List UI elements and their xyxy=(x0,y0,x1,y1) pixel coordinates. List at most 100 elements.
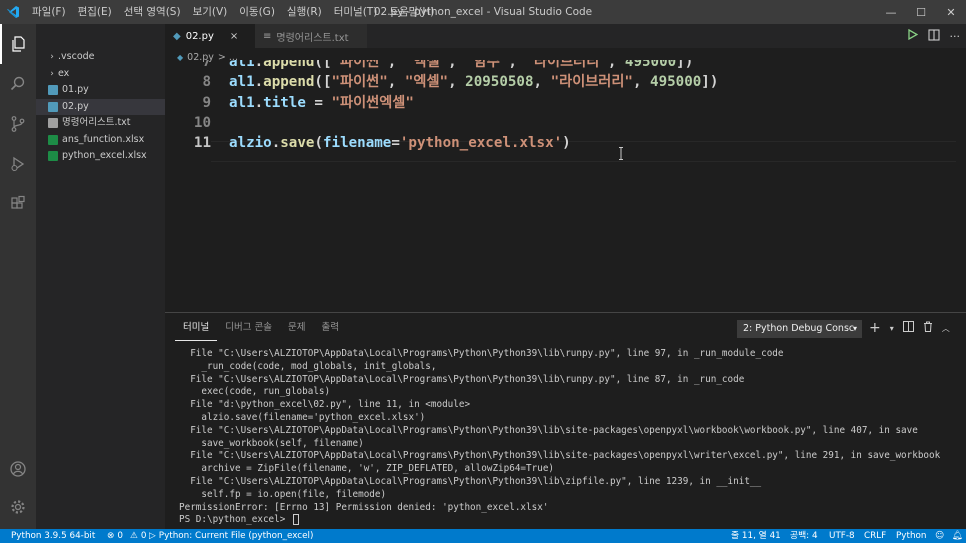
terminal-output[interactable]: File "C:\Users\ALZIOTOP\AppData\Local\Pr… xyxy=(179,348,959,527)
code-token: = xyxy=(391,135,400,151)
trash-icon[interactable] xyxy=(923,321,933,335)
code-token: ([ xyxy=(314,60,332,70)
problems-indicator[interactable]: ⊗ 0 ⚠ 0 xyxy=(107,529,146,543)
code-token: "파이썬" xyxy=(331,74,388,90)
chevron-right-icon: › xyxy=(50,52,54,62)
panel-tab[interactable]: 디버그 콘솔 xyxy=(217,319,280,341)
gear-icon[interactable] xyxy=(0,487,36,527)
chevron-right-icon: › xyxy=(50,68,54,79)
terminal-line: File "C:\Users\ALZIOTOP\AppData\Local\Pr… xyxy=(179,348,784,359)
tab-label: 명령어리스트.txt xyxy=(276,32,349,44)
menu-item[interactable]: 실행(R) xyxy=(281,0,328,24)
code-token: "파이썬엑셀" xyxy=(331,95,414,111)
terminal-line: File "C:\Users\ALZIOTOP\AppData\Local\Pr… xyxy=(179,373,745,385)
tree-item[interactable]: › ex xyxy=(36,66,165,83)
code-token: ]) xyxy=(701,74,719,90)
line-number: 10 xyxy=(193,115,211,131)
code-token: filename xyxy=(322,135,392,151)
text-cursor-icon xyxy=(619,147,623,160)
menu-item[interactable]: 이동(G) xyxy=(233,0,281,24)
menu-item[interactable]: 도움말(H) xyxy=(383,0,440,24)
account-icon[interactable] xyxy=(0,449,36,489)
language-mode[interactable]: Python xyxy=(896,529,927,543)
search-icon[interactable] xyxy=(0,64,36,104)
tree-item-label: 01.py xyxy=(62,84,89,95)
line-number: 11 xyxy=(193,135,211,151)
notifications-icon[interactable]: 🔔︎ xyxy=(952,529,963,543)
file-tree: › .vscode › ex 01.py 02.py 명령어리스트.txt ans_funct… xyxy=(36,49,165,165)
split-editor-icon[interactable] xyxy=(927,28,940,44)
run-config[interactable]: ▷ Python: Current File (python_excel) xyxy=(149,529,313,543)
split-terminal-icon[interactable] xyxy=(902,321,914,335)
menu-item[interactable]: 선택 영역(S) xyxy=(118,0,187,24)
tree-item[interactable]: python_excel.xlsx xyxy=(36,148,165,165)
encoding[interactable]: UTF-8 xyxy=(829,529,855,543)
menu-item[interactable]: 파일(F) xyxy=(26,0,72,24)
indentation[interactable]: 공백: 4 xyxy=(790,529,818,543)
menu-item[interactable]: 보기(V) xyxy=(187,0,234,24)
panel-tab[interactable]: 문제 xyxy=(280,319,313,341)
code-token: "함수" xyxy=(465,60,509,70)
chevron-down-icon[interactable]: ▾ xyxy=(890,324,894,333)
tree-item[interactable]: 02.py xyxy=(36,98,165,115)
code-line: 9 al1.title = "파이썬엑셀" xyxy=(165,93,966,114)
close-tab-icon[interactable]: × xyxy=(230,31,238,42)
code-token: "라이브러리" xyxy=(525,60,608,70)
explorer-sidebar: › .vscode › ex 01.py 02.py 명령어리스트.txt ans_funct… xyxy=(36,24,165,529)
terminal-select[interactable]: 2: Python Debug Consc ▾ xyxy=(737,320,862,338)
terminal-line: File "C:\Users\ALZIOTOP\AppData\Local\Pr… xyxy=(179,450,941,462)
error-icon: ⊗ xyxy=(107,531,115,541)
new-terminal-icon[interactable]: + xyxy=(869,321,881,335)
code-token: ) xyxy=(562,135,571,151)
terminal-prompt-line: PS D:\python_excel> xyxy=(179,514,959,527)
python-file-icon xyxy=(48,101,58,112)
tree-item[interactable]: 명령어리스트.txt xyxy=(36,115,165,132)
tab-command-list-txt[interactable]: ≡ 명령어리스트.txt xyxy=(255,24,367,48)
menu-item[interactable]: 터미널(T) xyxy=(328,0,384,24)
panel-tab[interactable]: 터미널 xyxy=(175,319,218,341)
tree-item[interactable]: 01.py xyxy=(36,82,165,99)
status-bar: Python 3.9.5 64-bit ⊗ 0 ⚠ 0 ▷ Python: Curre… xyxy=(0,529,966,543)
tree-item[interactable]: ans_function.xlsx xyxy=(36,132,165,149)
code-editor[interactable]: 7 al1.append(["파이썬", "엑셀", "함수", "라이브러리",… xyxy=(165,60,966,310)
run-file-icon[interactable] xyxy=(907,28,918,43)
python-file-icon: ◆ xyxy=(173,30,181,42)
code-token: = xyxy=(305,95,332,111)
text-file-icon xyxy=(48,118,58,129)
tree-item-label: 명령어리스트.txt xyxy=(62,117,131,128)
menu-item[interactable]: 편집(E) xyxy=(72,0,118,24)
code-token: al1 xyxy=(229,60,255,70)
tree-item-label: ex xyxy=(58,67,70,79)
terminal-line: self.fp = io.open(file, filemode) xyxy=(179,488,387,500)
code-token: save xyxy=(280,135,315,151)
source-control-icon[interactable] xyxy=(0,104,36,144)
code-token: 495000 xyxy=(624,60,677,70)
close-window-button[interactable]: ✕ xyxy=(936,0,966,24)
python-interpreter[interactable]: Python 3.9.5 64-bit xyxy=(11,529,95,543)
more-actions-icon[interactable]: ··· xyxy=(950,30,961,43)
tree-item-label: python_excel.xlsx xyxy=(62,150,147,161)
tree-item[interactable]: › .vscode xyxy=(36,49,165,66)
chevron-down-icon: ▾ xyxy=(852,324,857,333)
maximize-button[interactable]: ☐ xyxy=(906,0,936,24)
menu-bar: 파일(F) 편집(E) 선택 영역(S) 보기(V) 이동(G) 실행(R) 터미널(T) 도… xyxy=(26,0,440,24)
cursor-position[interactable]: 줄 11, 열 41 xyxy=(731,529,781,543)
explorer-icon[interactable] xyxy=(0,24,36,64)
code-token: , xyxy=(632,74,651,90)
activity-bar xyxy=(0,24,36,529)
panel-tab[interactable]: 출력 xyxy=(313,319,346,341)
maximize-panel-icon[interactable]: ︿ xyxy=(942,323,950,334)
code-token: 'python_excel.xlsx' xyxy=(399,135,563,151)
extensions-icon[interactable] xyxy=(0,184,36,224)
terminal-select-value: 2: Python Debug Consc xyxy=(743,323,855,334)
code-token: 20950508 xyxy=(465,74,534,90)
tab-02-py[interactable]: ◆ 02.py × xyxy=(165,24,255,48)
code-token: alzio xyxy=(229,135,272,151)
terminal-line: File "d:\python_excel\02.py", line 11, i… xyxy=(179,399,471,411)
minimize-button[interactable]: — xyxy=(876,0,906,24)
run-debug-icon[interactable] xyxy=(0,144,36,184)
line-ending[interactable]: CRLF xyxy=(864,529,886,543)
run-config-label: Python: Current File (python_excel) xyxy=(158,531,314,541)
line-number: 8 xyxy=(202,74,211,90)
feedback-icon[interactable]: ☺ xyxy=(935,529,944,543)
